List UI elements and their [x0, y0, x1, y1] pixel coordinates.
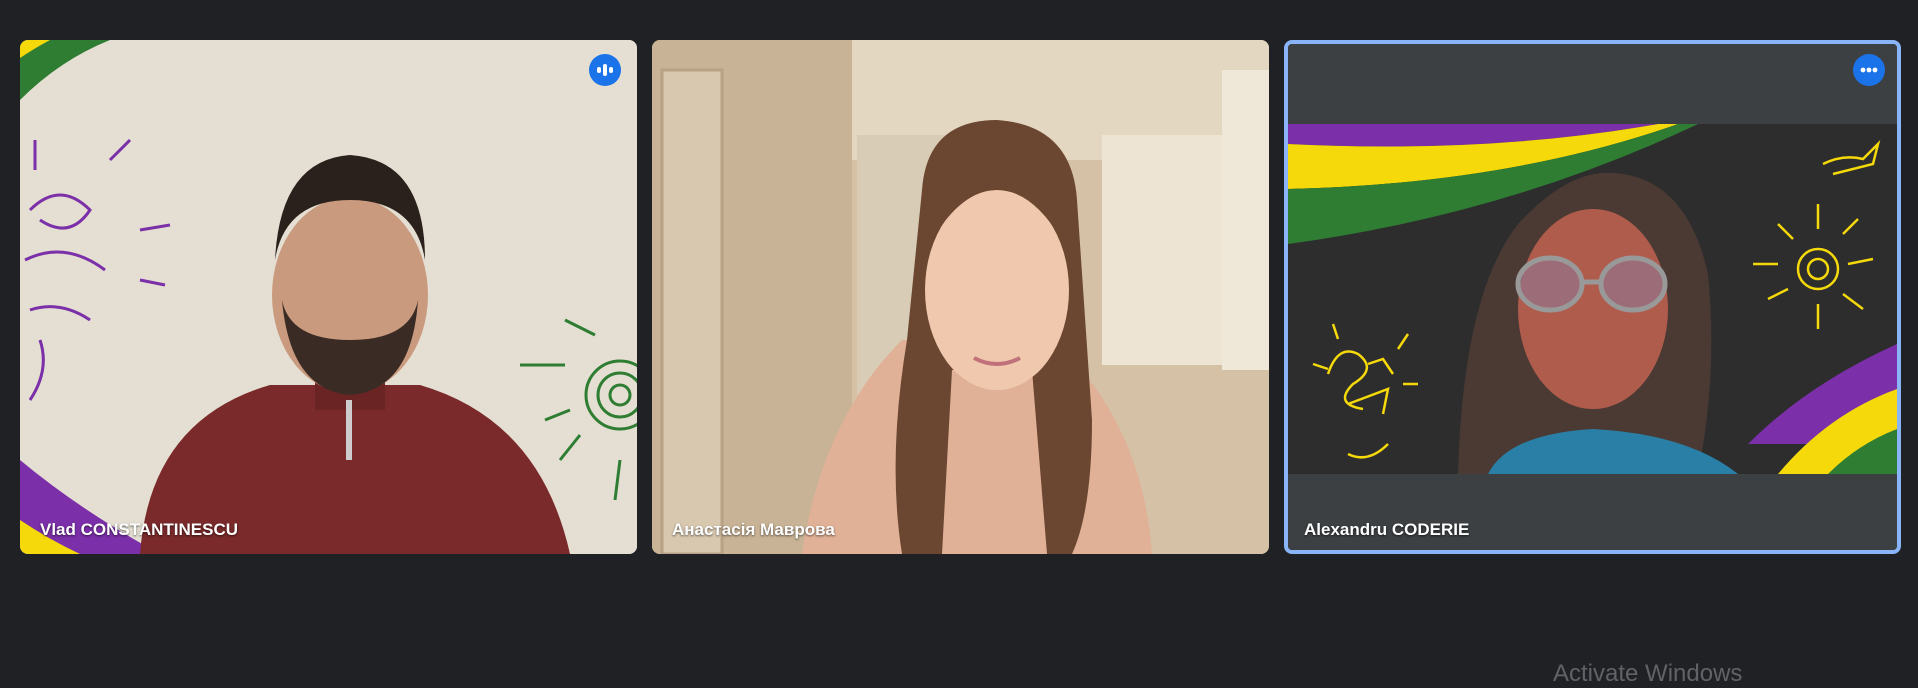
more-options-icon[interactable]	[1853, 54, 1885, 86]
participant-video-2	[652, 40, 1269, 554]
participant-name: Alexandru CODERIE	[1304, 520, 1470, 539]
participant-name: Vlad CONSTANTINESCU	[40, 520, 239, 539]
participant-tile-1[interactable]: Vlad CONSTANTINESCU	[20, 40, 637, 554]
participant-tile-3[interactable]: Alexandru CODERIE	[1284, 40, 1901, 554]
participant-video-3	[1288, 44, 1897, 550]
os-activation-watermark: Activate Windows	[1553, 660, 1743, 687]
participant-tile-2[interactable]: Анастасія Маврова	[652, 40, 1269, 554]
video-call-stage: Vlad CONSTANTINESCU Анастасія Маврова Al…	[0, 0, 1918, 687]
participant-video-1	[20, 40, 637, 554]
speaking-indicator-icon	[589, 54, 621, 86]
participant-name: Анастасія Маврова	[672, 520, 835, 539]
